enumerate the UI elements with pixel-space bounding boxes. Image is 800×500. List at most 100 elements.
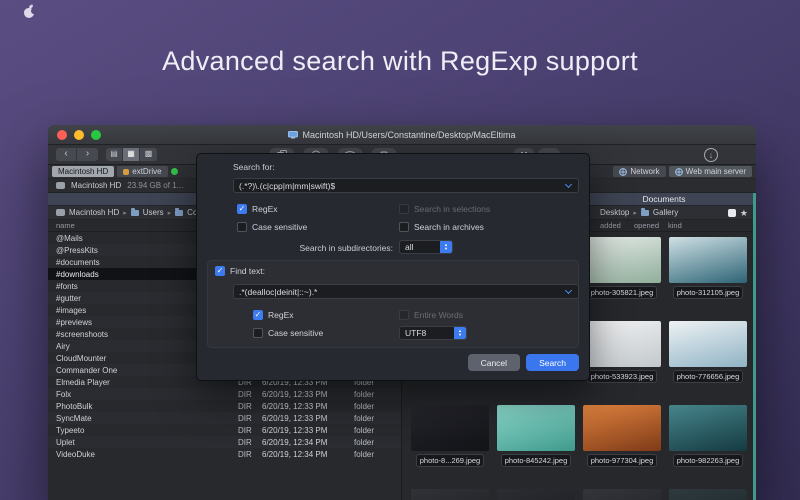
favorites-star-icon[interactable]: ★ <box>740 209 748 217</box>
file-kind: folder <box>354 438 401 447</box>
photo-thumbnail <box>669 237 747 283</box>
file-size: DIR <box>238 414 262 423</box>
breadcrumb-item[interactable]: Gallery <box>653 208 678 217</box>
photo-item[interactable]: photo-845242.jpeg <box>496 405 576 479</box>
column-header-added[interactable]: added <box>600 221 634 230</box>
photo-item[interactable] <box>496 489 576 500</box>
forward-button[interactable]: › <box>77 148 98 161</box>
photo-filename: photo-305821.jpeg <box>587 286 658 299</box>
tab-extdrive[interactable]: extDrive <box>117 166 167 177</box>
checkbox-box <box>399 204 409 214</box>
photo-item[interactable]: photo-533923.jpeg <box>582 321 662 395</box>
disk-icon <box>56 209 65 216</box>
view-segment: ▤ ▦ ▩ <box>106 148 157 161</box>
photo-thumbnail <box>583 237 661 283</box>
file-name: Uplet <box>48 438 238 447</box>
file-row[interactable]: Uplet DIR 6/20/19, 12:34 PM folder <box>48 436 401 448</box>
minimize-button[interactable] <box>74 130 84 140</box>
photo-thumbnail <box>669 489 747 500</box>
breadcrumb-item[interactable]: Macintosh HD <box>69 208 119 217</box>
search-in-archives-checkbox[interactable]: Search in archives <box>399 222 484 232</box>
encoding-select[interactable]: UTF8 ▲▼ <box>399 326 467 340</box>
regex-checkbox[interactable]: RegEx <box>237 204 278 214</box>
chevron-down-icon[interactable] <box>565 286 572 293</box>
cancel-button[interactable]: Cancel <box>468 354 520 371</box>
file-kind: folder <box>354 450 401 459</box>
photo-thumbnail <box>497 489 575 500</box>
file-kind: folder <box>354 426 401 435</box>
photo-item[interactable]: photo-312105.jpeg <box>668 237 748 311</box>
file-row[interactable]: Typeeto DIR 6/20/19, 12:33 PM folder <box>48 424 401 436</box>
file-name: SyncMate <box>48 414 238 423</box>
photo-item[interactable] <box>668 489 748 500</box>
file-name: PhotoBulk <box>48 402 238 411</box>
panel-view-icon[interactable] <box>728 209 736 217</box>
app-window: Macintosh HD/Users/Constantine/Desktop/M… <box>48 125 756 500</box>
find-text-checkbox[interactable]: Find text: <box>215 266 265 276</box>
disk-icon <box>56 182 65 189</box>
find-pattern-value: .*(dealloc|deinit|::~).* <box>239 287 317 297</box>
file-date: 6/20/19, 12:34 PM <box>262 450 354 459</box>
column-header-opened[interactable]: opened <box>634 221 668 230</box>
file-row[interactable]: VideoDuke DIR 6/20/19, 12:34 PM folder <box>48 448 401 460</box>
select-arrows-icon: ▲▼ <box>440 241 452 253</box>
checkbox-box <box>399 310 409 320</box>
file-name: VideoDuke <box>48 450 238 459</box>
column-header-name[interactable]: name <box>56 221 75 230</box>
photo-item[interactable]: photo-977304.jpeg <box>582 405 662 479</box>
find-case-sensitive-checkbox[interactable]: Case sensitive <box>253 328 323 338</box>
view-full-button[interactable]: ▦ <box>123 148 140 161</box>
file-kind: folder <box>354 414 401 423</box>
hero-title: Advanced search with RegExp support <box>0 46 800 77</box>
drive-icon <box>123 169 129 175</box>
photo-thumbnail <box>669 405 747 451</box>
photo-thumbnail <box>669 321 747 367</box>
photo-filename: photo-982263.jpeg <box>673 454 744 467</box>
tab-network[interactable]: Network <box>613 166 665 177</box>
file-date: 6/20/19, 12:34 PM <box>262 438 354 447</box>
find-regex-checkbox[interactable]: RegEx <box>253 310 294 320</box>
folder-icon <box>175 210 183 216</box>
search-pattern-input[interactable]: (.*?)\.(c|cpp|m|mm|swift)$ <box>233 178 579 193</box>
back-button[interactable]: ‹ <box>56 148 77 161</box>
subdirectories-select[interactable]: all ▲▼ <box>399 240 453 254</box>
find-pattern-input[interactable]: .*(dealloc|deinit|::~).* <box>233 284 579 299</box>
downloads-button[interactable]: ↓ <box>704 148 718 162</box>
breadcrumb-item[interactable]: Desktop <box>600 208 629 217</box>
file-row[interactable]: SyncMate DIR 6/20/19, 12:33 PM folder <box>48 412 401 424</box>
photo-item[interactable] <box>582 489 662 500</box>
file-date: 6/20/19, 12:33 PM <box>262 414 354 423</box>
photo-item[interactable] <box>410 489 490 500</box>
right-scrollbar[interactable] <box>753 193 756 500</box>
drive-name: Macintosh HD <box>71 181 121 190</box>
breadcrumb-item[interactable]: Users <box>143 208 164 217</box>
photo-thumbnail <box>411 405 489 451</box>
file-row[interactable]: Folx DIR 6/20/19, 12:33 PM folder <box>48 388 401 400</box>
photo-item[interactable]: photo-305821.jpeg <box>582 237 662 311</box>
checkbox-box <box>399 222 409 232</box>
file-size: DIR <box>238 426 262 435</box>
file-date: 6/20/19, 12:33 PM <box>262 402 354 411</box>
tab-web-main-server[interactable]: Web main server <box>669 166 752 177</box>
file-size: DIR <box>238 402 262 411</box>
photo-filename: photo-776656.jpeg <box>673 370 744 383</box>
zoom-button[interactable] <box>91 130 101 140</box>
photo-item[interactable]: photo-8...269.jpeg <box>410 405 490 479</box>
file-row[interactable]: PhotoBulk DIR 6/20/19, 12:33 PM folder <box>48 400 401 412</box>
add-connection-button[interactable] <box>171 168 178 175</box>
close-button[interactable] <box>57 130 67 140</box>
column-header-kind[interactable]: kind <box>668 221 708 230</box>
chevron-down-icon[interactable] <box>565 180 572 187</box>
tab-macintosh-hd[interactable]: Macintosh HD <box>52 166 114 177</box>
chevron-separator: ▸ <box>123 209 127 217</box>
photo-item[interactable]: photo-776656.jpeg <box>668 321 748 395</box>
view-thumbs-button[interactable]: ▩ <box>140 148 157 161</box>
photo-filename: photo-845242.jpeg <box>501 454 572 467</box>
view-brief-button[interactable]: ▤ <box>106 148 123 161</box>
subdirectories-label: Search in subdirectories: <box>197 243 393 253</box>
search-button[interactable]: Search <box>526 354 579 371</box>
photo-item[interactable]: photo-982263.jpeg <box>668 405 748 479</box>
file-date: 6/20/19, 12:33 PM <box>262 426 354 435</box>
checkbox-box <box>237 222 247 232</box>
case-sensitive-checkbox[interactable]: Case sensitive <box>237 222 307 232</box>
